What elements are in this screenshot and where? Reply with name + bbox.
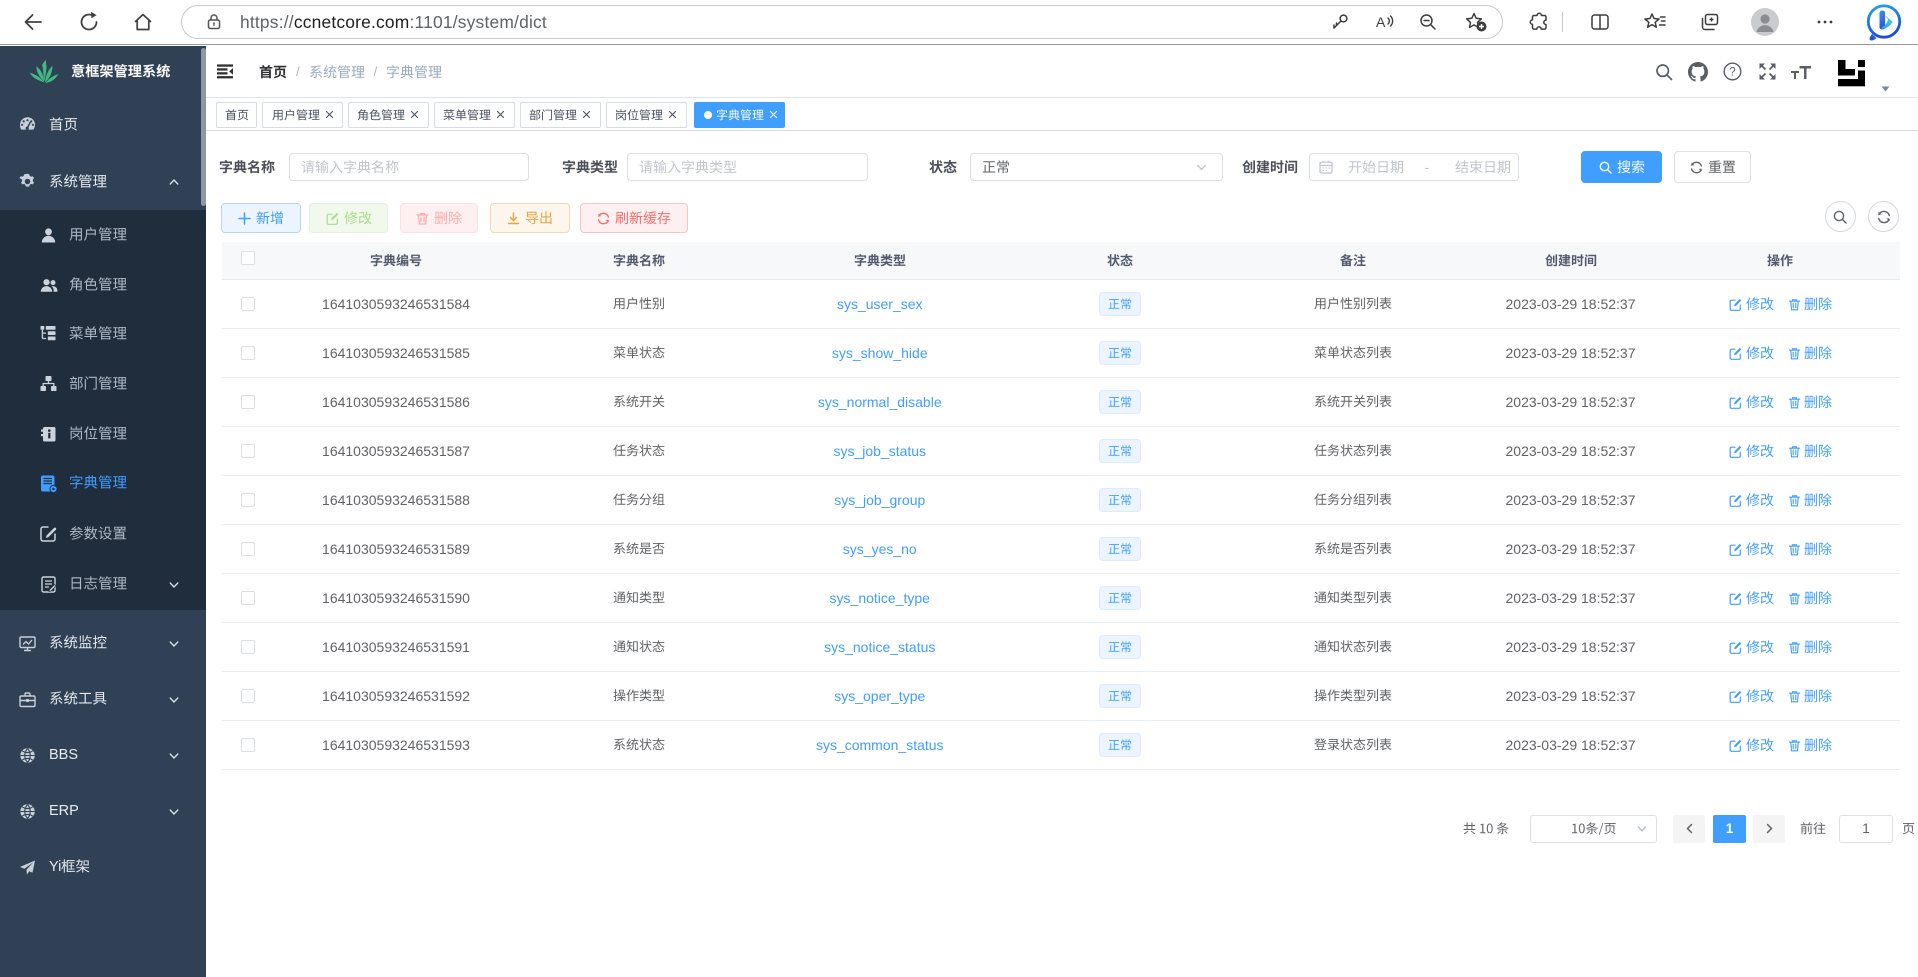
svg-text:?: ? bbox=[1729, 67, 1735, 79]
svg-text:A: A bbox=[1376, 14, 1386, 30]
